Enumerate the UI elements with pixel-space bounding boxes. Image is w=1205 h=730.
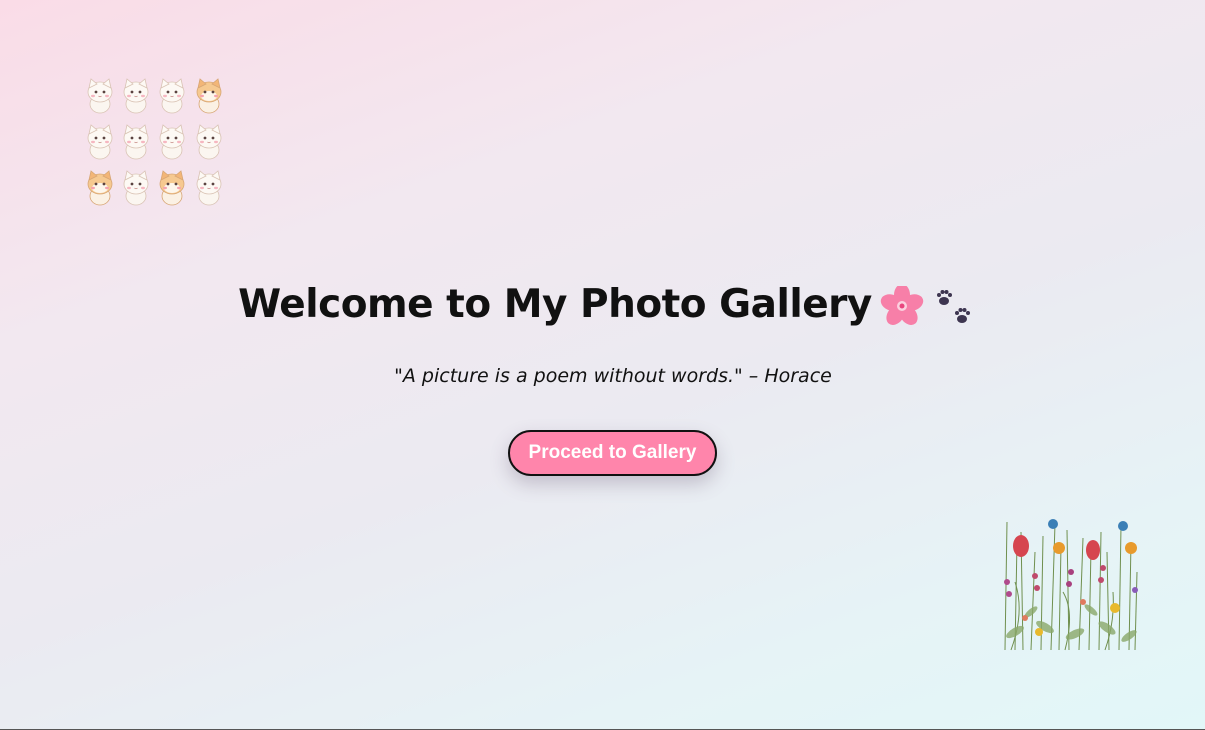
- cats-sticker-image: [82, 74, 228, 210]
- proceed-to-gallery-button[interactable]: Proceed to Gallery: [508, 430, 717, 476]
- page-title-text: Welcome to My Photo Gallery: [238, 282, 872, 327]
- wildflowers-image: [995, 512, 1143, 652]
- page-title: Welcome to My Photo Gallery: [0, 282, 1205, 330]
- quote-text: "A picture is a poem without words." – H…: [394, 365, 832, 387]
- title-icons: [880, 283, 980, 330]
- paw-prints-icon: [936, 289, 970, 323]
- cherry-blossom-icon: [880, 283, 924, 325]
